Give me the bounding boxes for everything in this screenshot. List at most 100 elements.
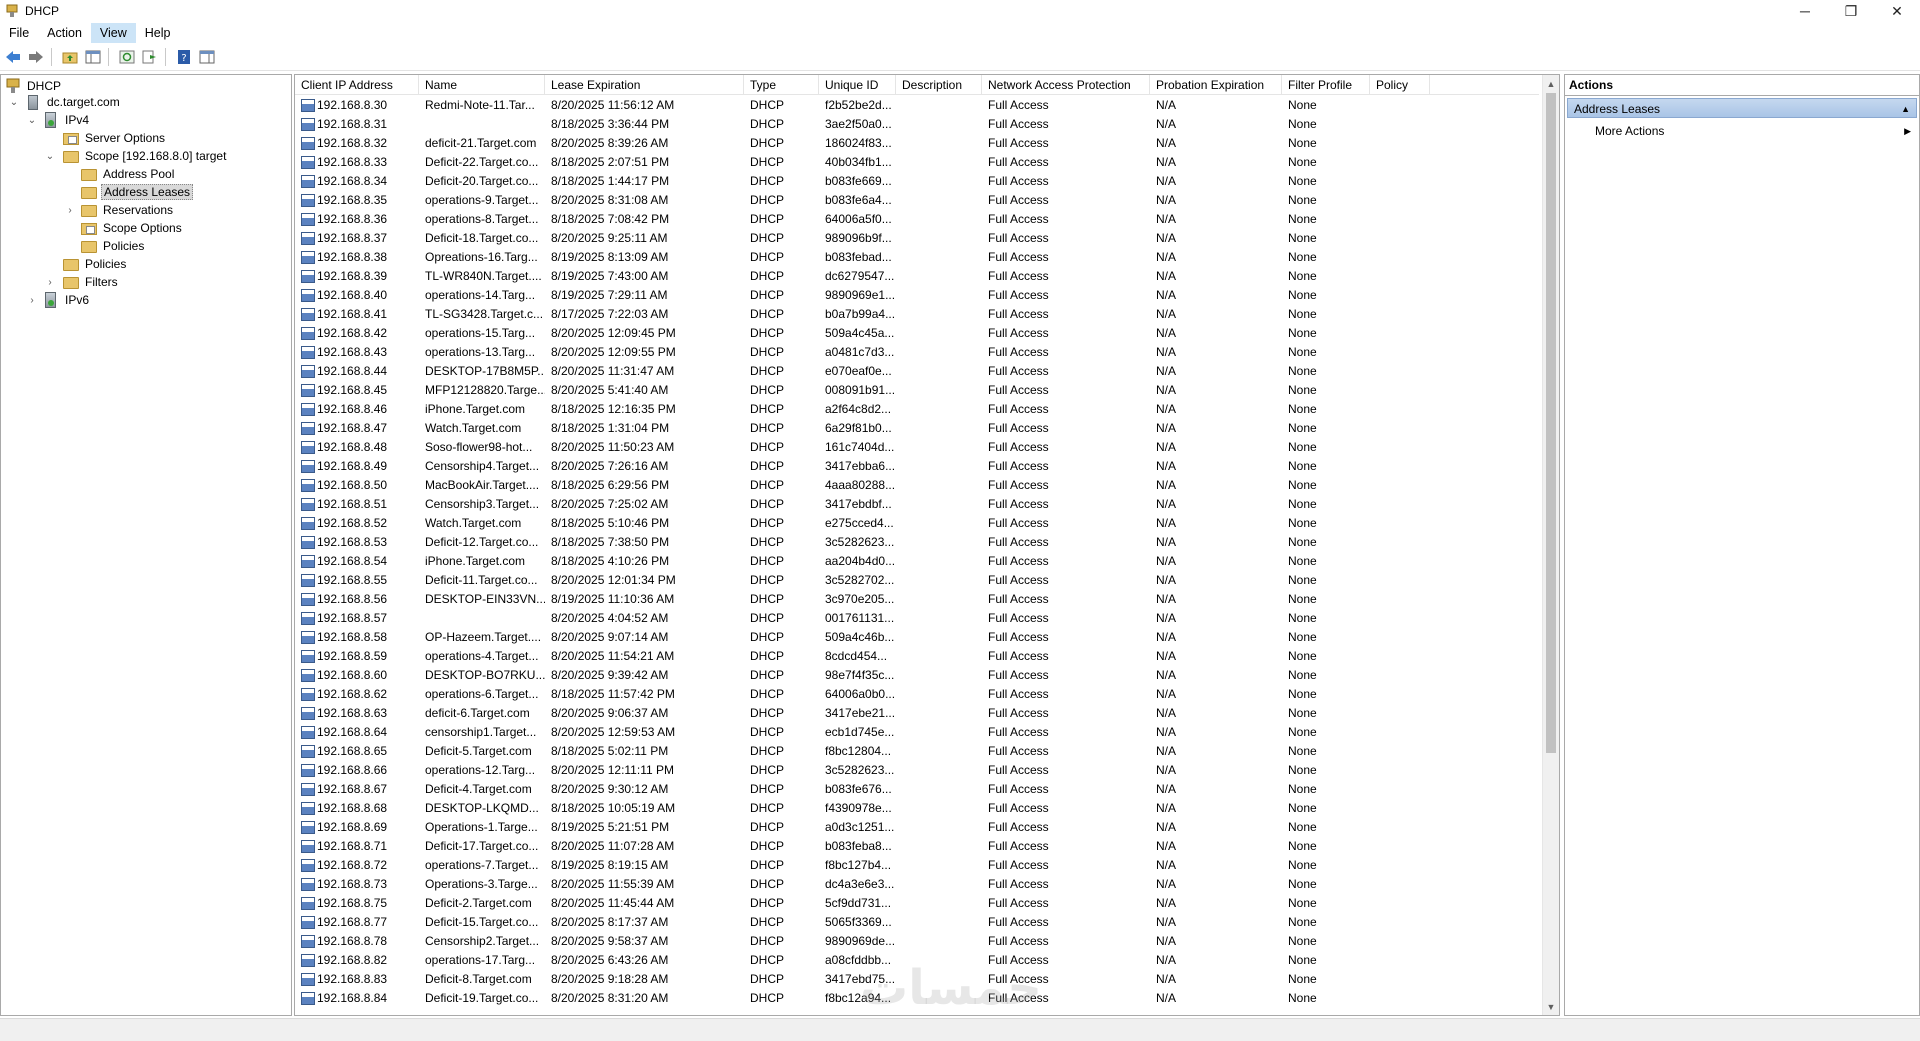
table-row[interactable]: 192.168.8.40 operations-14.Targ... 8/19/20… [295, 286, 1539, 305]
table-row[interactable]: 192.168.8.44 DESKTOP-17B8M5P... 8/20/2025 … [295, 362, 1539, 381]
show-hide-tree-icon[interactable] [83, 47, 103, 67]
table-row[interactable]: 192.168.8.47 Watch.Target.com 8/18/2025 1:… [295, 419, 1539, 438]
tree-node-filters[interactable]: Filters [63, 273, 120, 291]
tree-node-scope[interactable]: Scope [192.168.8.0] target [63, 147, 228, 165]
console-tree[interactable]: DHCP ⌄ dc.target.com ⌄ IPv4 Server Optio… [0, 74, 292, 1016]
table-row[interactable]: 192.168.8.50 MacBookAir.Target.... 8/18/20… [295, 476, 1539, 495]
column-header-policy[interactable]: Policy [1370, 75, 1430, 95]
table-row[interactable]: 192.168.8.37 Deficit-18.Target.co... 8/20/… [295, 229, 1539, 248]
up-folder-icon[interactable] [60, 47, 80, 67]
column-header-nap[interactable]: Network Access Protection [982, 75, 1150, 95]
tree-node-scope-policies[interactable]: Policies [81, 237, 146, 255]
tree-node-server[interactable]: dc.target.com [25, 93, 122, 111]
table-row[interactable]: 192.168.8.42 operations-15.Targ... 8/20/20… [295, 324, 1539, 343]
column-header-lease-expiration[interactable]: Lease Expiration [545, 75, 744, 95]
table-row[interactable]: 192.168.8.75 Deficit-2.Target.com 8/20/202… [295, 894, 1539, 913]
column-header-unique-id[interactable]: Unique ID [819, 75, 896, 95]
leases-list[interactable]: Client IP Address Name Lease Expiration Typ… [294, 74, 1560, 1016]
table-row[interactable]: 192.168.8.39 TL-WR840N.Target.... 8/19/202… [295, 267, 1539, 286]
restore-button[interactable]: ❐ [1828, 0, 1874, 22]
scroll-down-icon[interactable]: ▼ [1543, 998, 1559, 1015]
table-row[interactable]: 192.168.8.36 operations-8.Target... 8/18/2… [295, 210, 1539, 229]
table-row[interactable]: 192.168.8.71 Deficit-17.Target.co... 8/20/… [295, 837, 1539, 856]
table-row[interactable]: 192.168.8.55 Deficit-11.Target.co... 8/20/… [295, 571, 1539, 590]
table-row[interactable]: 192.168.8.57 8/20/2025 4:04:52 AM DHCP 0017… [295, 609, 1539, 628]
table-row[interactable]: 192.168.8.77 Deficit-15.Target.co... 8/20/… [295, 913, 1539, 932]
minimize-button[interactable]: ─ [1782, 0, 1828, 22]
table-row[interactable]: 192.168.8.35 operations-9.Target... 8/20/2… [295, 191, 1539, 210]
cell-filter-profile: None [1288, 877, 1317, 891]
table-row[interactable]: 192.168.8.30 Redmi-Note-11.Tar... 8/20/202… [295, 96, 1539, 115]
tree-node-server-options[interactable]: Server Options [63, 129, 167, 147]
table-row[interactable]: 192.168.8.53 Deficit-12.Target.co... 8/18/… [295, 533, 1539, 552]
table-row[interactable]: 192.168.8.34 Deficit-20.Target.co... 8/18/… [295, 172, 1539, 191]
column-header-client-ip[interactable]: Client IP Address [295, 75, 419, 95]
table-row[interactable]: 192.168.8.62 operations-6.Target... 8/18/2… [295, 685, 1539, 704]
column-header-filter-profile[interactable]: Filter Profile [1282, 75, 1370, 95]
table-row[interactable]: 192.168.8.33 Deficit-22.Target.co... 8/18/… [295, 153, 1539, 172]
table-row[interactable]: 192.168.8.66 operations-12.Targ... 8/20/20… [295, 761, 1539, 780]
table-row[interactable]: 192.168.8.69 Operations-1.Targe... 8/19/20… [295, 818, 1539, 837]
tree-node-address-leases[interactable]: Address Leases [81, 183, 194, 201]
chevron-right-icon[interactable]: › [65, 205, 75, 216]
export-list-icon[interactable] [140, 47, 160, 67]
cell-ip-text: 192.168.8.47 [317, 421, 388, 435]
table-row[interactable]: 192.168.8.49 Censorship4.Target... 8/20/20… [295, 457, 1539, 476]
table-row[interactable]: 192.168.8.73 Operations-3.Targe... 8/20/20… [295, 875, 1539, 894]
vertical-scrollbar[interactable]: ▲ ▼ [1542, 75, 1559, 1015]
scroll-up-icon[interactable]: ▲ [1543, 75, 1559, 92]
tree-node-ipv6[interactable]: IPv6 [43, 291, 91, 309]
table-row[interactable]: 192.168.8.63 deficit-6.Target.com 8/20/202… [295, 704, 1539, 723]
column-header-description[interactable]: Description [896, 75, 982, 95]
chevron-right-icon[interactable]: › [27, 295, 37, 306]
table-row[interactable]: 192.168.8.72 operations-7.Target... 8/19/2… [295, 856, 1539, 875]
table-row[interactable]: 192.168.8.56 DESKTOP-EIN33VN.... 8/19/2025… [295, 590, 1539, 609]
help-icon[interactable]: ? [174, 47, 194, 67]
table-row[interactable]: 192.168.8.48 Soso-flower98-hot... 8/20/202… [295, 438, 1539, 457]
more-actions-item[interactable]: More Actions ▶ [1565, 121, 1919, 141]
table-row[interactable]: 192.168.8.65 Deficit-5.Target.com 8/18/202… [295, 742, 1539, 761]
scroll-thumb[interactable] [1546, 93, 1556, 753]
tree-node-address-pool[interactable]: Address Pool [81, 165, 176, 183]
close-button[interactable]: ✕ [1874, 0, 1920, 22]
forward-icon[interactable] [26, 47, 46, 67]
menu-file[interactable]: File [0, 23, 38, 43]
cell-filter-profile: None [1288, 972, 1317, 986]
table-row[interactable]: 192.168.8.46 iPhone.Target.com 8/18/2025 1… [295, 400, 1539, 419]
chevron-right-icon[interactable]: › [45, 277, 55, 288]
actions-section-address-leases[interactable]: Address Leases ▲ [1567, 98, 1917, 118]
menu-help[interactable]: Help [136, 23, 180, 43]
table-row[interactable]: 192.168.8.32 deficit-21.Target.com 8/20/20… [295, 134, 1539, 153]
table-row[interactable]: 192.168.8.78 Censorship2.Target... 8/20/20… [295, 932, 1539, 951]
chevron-down-icon[interactable]: ⌄ [27, 115, 37, 126]
chevron-down-icon[interactable]: ⌄ [9, 97, 19, 108]
table-row[interactable]: 192.168.8.67 Deficit-4.Target.com 8/20/202… [295, 780, 1539, 799]
table-row[interactable]: 192.168.8.60 DESKTOP-BO7RKU... 8/20/2025 9… [295, 666, 1539, 685]
tree-node-scope-options[interactable]: Scope Options [81, 219, 184, 237]
table-row[interactable]: 192.168.8.41 TL-SG3428.Target.c... 8/17/20… [295, 305, 1539, 324]
table-row[interactable]: 192.168.8.43 operations-13.Targ... 8/20/20… [295, 343, 1539, 362]
collapse-caret-icon[interactable]: ▲ [1901, 99, 1910, 119]
table-row[interactable]: 192.168.8.52 Watch.Target.com 8/18/2025 5:… [295, 514, 1539, 533]
tree-node-policies[interactable]: Policies [63, 255, 128, 273]
menu-view[interactable]: View [90, 23, 136, 43]
tree-node-reservations[interactable]: Reservations [81, 201, 175, 219]
tree-node-ipv4[interactable]: IPv4 [43, 111, 91, 129]
table-row[interactable]: 192.168.8.45 MFP12128820.Targe... 8/20/202… [295, 381, 1539, 400]
menu-action[interactable]: Action [38, 23, 91, 43]
table-row[interactable]: 192.168.8.54 iPhone.Target.com 8/18/2025 4… [295, 552, 1539, 571]
column-header-name[interactable]: Name [419, 75, 545, 95]
table-row[interactable]: 192.168.8.64 censorship1.Target... 8/20/20… [295, 723, 1539, 742]
back-icon[interactable] [3, 47, 23, 67]
chevron-down-icon[interactable]: ⌄ [45, 151, 55, 162]
table-row[interactable]: 192.168.8.58 OP-Hazeem.Target.... 8/20/202… [295, 628, 1539, 647]
properties-icon[interactable] [197, 47, 217, 67]
column-header-probation-expiration[interactable]: Probation Expiration [1150, 75, 1282, 95]
table-row[interactable]: 192.168.8.51 Censorship3.Target... 8/20/20… [295, 495, 1539, 514]
table-row[interactable]: 192.168.8.68 DESKTOP-LKQMD... 8/18/2025 10… [295, 799, 1539, 818]
column-header-type[interactable]: Type [744, 75, 819, 95]
table-row[interactable]: 192.168.8.59 operations-4.Target... 8/20/2… [295, 647, 1539, 666]
refresh-icon[interactable] [117, 47, 137, 67]
table-row[interactable]: 192.168.8.31 8/18/2025 3:36:44 PM DHCP 3ae2… [295, 115, 1539, 134]
table-row[interactable]: 192.168.8.38 Opreations-16.Targ... 8/19/20… [295, 248, 1539, 267]
